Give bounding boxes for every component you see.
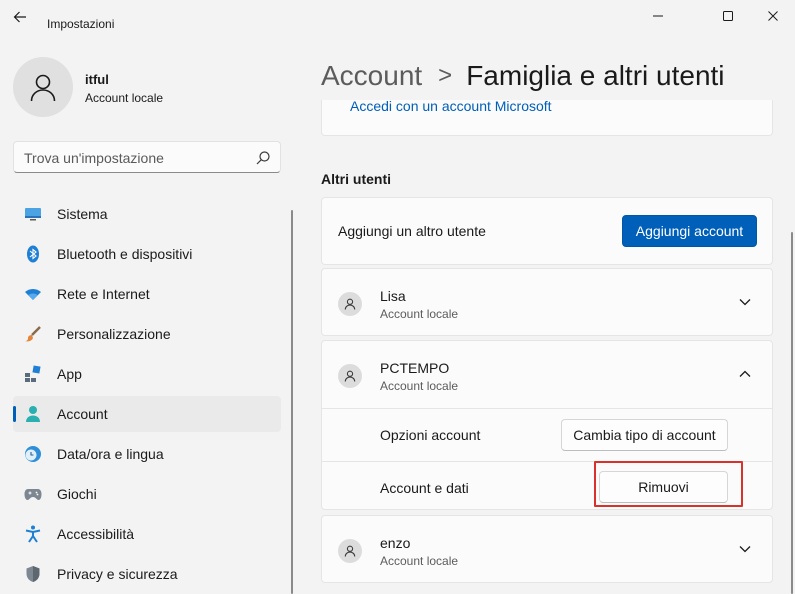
main-scrollbar[interactable] — [791, 232, 793, 594]
sidebar-item-label: Sistema — [57, 206, 108, 222]
monitor-icon — [24, 205, 42, 223]
sidebar-item-bluetooth[interactable]: Bluetooth e dispositivi — [13, 236, 281, 272]
maximize-icon — [723, 11, 733, 21]
sidebar-item-label: Privacy e sicurezza — [57, 566, 178, 582]
add-account-button[interactable]: Aggiungi account — [622, 215, 757, 247]
sidebar-item-account[interactable]: Account — [13, 396, 281, 432]
add-user-label: Aggiungi un altro utente — [338, 223, 486, 239]
sidebar-item-label: Giochi — [57, 486, 97, 502]
sidebar-item-app[interactable]: App — [13, 356, 281, 392]
active-indicator — [13, 406, 16, 422]
user-card-enzo[interactable]: enzo Account locale — [321, 515, 773, 583]
breadcrumb-parent[interactable]: Account — [321, 60, 422, 92]
sidebar-item-rete[interactable]: Rete e Internet — [13, 276, 281, 312]
accessibility-icon — [24, 525, 42, 543]
back-button[interactable] — [6, 6, 34, 28]
account-data-label: Account e dati — [380, 480, 469, 496]
brush-icon — [24, 325, 42, 343]
user-card-lisa[interactable]: Lisa Account locale — [321, 268, 773, 336]
chevron-down-icon[interactable] — [738, 295, 752, 309]
user-avatar — [338, 539, 362, 563]
microsoft-signin-link[interactable]: Accedi con un account Microsoft — [350, 100, 552, 114]
chevron-up-icon[interactable] — [738, 367, 752, 381]
section-title-other-users: Altri utenti — [321, 171, 391, 187]
sidebar-item-label: App — [57, 366, 82, 382]
minimize-button[interactable] — [635, 0, 681, 32]
app-title: Impostazioni — [47, 17, 115, 31]
divider — [322, 408, 772, 409]
user-name: Lisa — [380, 288, 406, 304]
search-box[interactable] — [13, 141, 281, 173]
shield-icon — [24, 565, 42, 583]
breadcrumb: Account > Famiglia e altri utenti — [321, 58, 725, 94]
sidebar-item-sistema[interactable]: Sistema — [13, 196, 281, 232]
sidebar-item-personalizzazione[interactable]: Personalizzazione — [13, 316, 281, 352]
remove-button-highlight — [594, 461, 743, 507]
user-row[interactable]: enzo Account locale — [322, 516, 772, 582]
user-type: Account locale — [380, 307, 459, 321]
sidebar-item-label: Account — [57, 406, 108, 422]
user-name: enzo — [380, 535, 411, 551]
microsoft-signin-card: Accedi con un account Microsoft — [321, 100, 773, 136]
user-type: Account locale — [380, 379, 459, 393]
sidebar-item-label: Accessibilità — [57, 526, 135, 542]
profile-avatar[interactable] — [13, 57, 73, 117]
gamepad-icon — [24, 485, 42, 503]
change-account-type-button[interactable]: Cambia tipo di account — [561, 419, 728, 451]
user-type: Account locale — [380, 554, 459, 568]
close-button[interactable] — [750, 0, 795, 32]
person-icon — [30, 74, 56, 102]
search-icon[interactable] — [254, 149, 272, 167]
search-input[interactable] — [24, 148, 244, 168]
sidebar-item-accessibilita[interactable]: Accessibilità — [13, 516, 281, 552]
person-icon — [344, 370, 356, 382]
user-row[interactable]: PCTEMPO Account locale — [322, 341, 772, 407]
sidebar-item-label: Personalizzazione — [57, 326, 171, 342]
sidebar-scrollbar[interactable] — [291, 210, 293, 594]
user-avatar — [338, 292, 362, 316]
add-user-card: Aggiungi un altro utente Aggiungi accoun… — [321, 197, 773, 265]
sidebar-item-label: Data/ora e lingua — [57, 446, 164, 462]
apps-icon — [24, 365, 42, 383]
person-icon — [344, 298, 356, 310]
user-row[interactable]: Lisa Account locale — [322, 269, 772, 335]
close-icon — [768, 11, 778, 21]
arrow-left-icon — [13, 11, 26, 23]
chevron-down-icon[interactable] — [738, 542, 752, 556]
wifi-icon — [24, 285, 42, 303]
profile-name: itful — [85, 72, 109, 87]
account-options-label: Opzioni account — [380, 427, 481, 443]
sidebar-item-privacy[interactable]: Privacy e sicurezza — [13, 556, 281, 592]
page-title: Famiglia e altri utenti — [466, 60, 725, 91]
maximize-button[interactable] — [705, 0, 751, 32]
clock-globe-icon — [24, 445, 42, 463]
minimize-icon — [653, 15, 663, 17]
person-icon — [344, 545, 356, 557]
person-icon — [24, 405, 42, 423]
profile-type: Account locale — [85, 91, 164, 105]
sidebar-item-label: Rete e Internet — [57, 286, 150, 302]
sidebar-item-label: Bluetooth e dispositivi — [57, 246, 193, 262]
sidebar-item-data-ora[interactable]: Data/ora e lingua — [13, 436, 281, 472]
title-bar: Impostazioni — [0, 0, 795, 32]
bluetooth-icon — [24, 245, 42, 263]
sidebar-item-giochi[interactable]: Giochi — [13, 476, 281, 512]
breadcrumb-separator: > — [438, 62, 453, 89]
user-name: PCTEMPO — [380, 360, 450, 376]
user-avatar — [338, 364, 362, 388]
